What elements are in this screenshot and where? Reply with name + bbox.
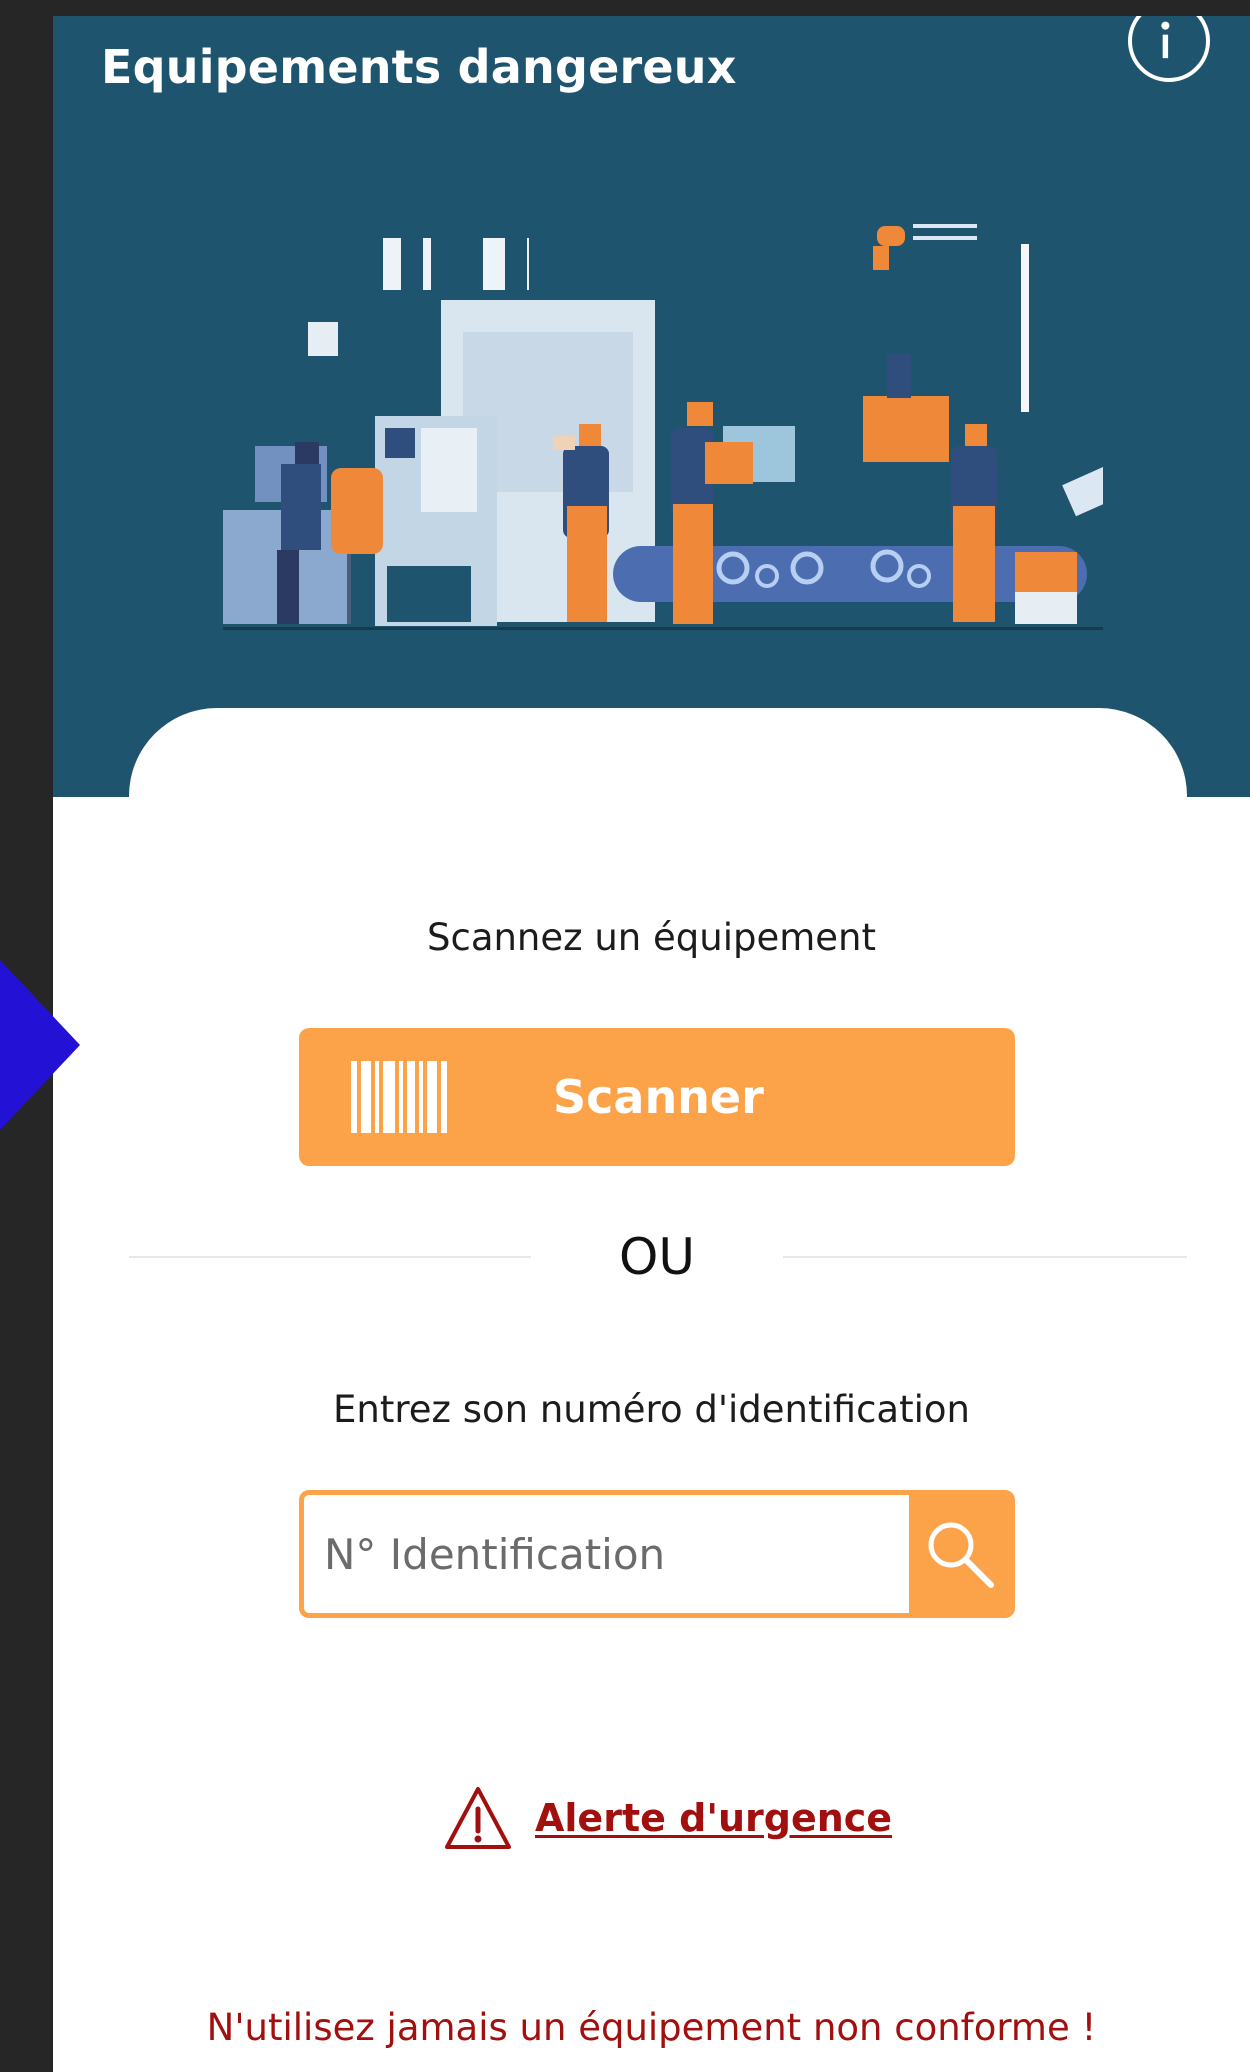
identification-label: Entrez son numéro d'identification [333,1388,970,1431]
divider-text: OU [619,1228,695,1286]
divider-left [129,1256,531,1258]
barcode-icon [351,1061,447,1133]
content-card-top [129,708,1187,908]
search-button[interactable] [909,1495,1010,1613]
search-icon [928,1522,994,1588]
divider-right [783,1256,1187,1258]
scanner-button-label: Scanner [553,1070,764,1124]
factory-workers-illustration [223,224,1103,630]
app-screen: Equipements dangereux Scannez un équipem… [53,16,1250,2072]
emergency-alert-text: Alerte d'urgence [535,1796,893,1840]
identification-search-box [299,1490,1015,1618]
hero-header: Equipements dangereux [53,16,1250,908]
info-icon [1161,21,1170,59]
emergency-alert-link[interactable]: Alerte d'urgence [443,1778,892,1858]
scanner-button[interactable]: Scanner [299,1028,1015,1166]
app-title: Equipements dangereux [101,40,737,94]
left-arrow-indicator [0,960,80,1130]
info-button[interactable] [1128,16,1210,82]
warning-triangle-icon [445,1787,511,1849]
scan-label: Scannez un équipement [426,916,876,959]
footer-warning: N'utilisez jamais un équipement non conf… [206,2006,1097,2049]
identification-input[interactable] [304,1495,910,1613]
